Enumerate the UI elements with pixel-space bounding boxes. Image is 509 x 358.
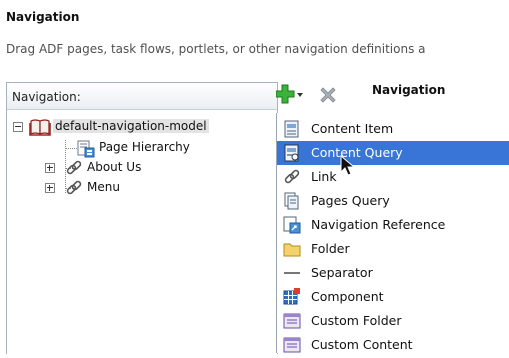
add-dropdown-button[interactable] — [275, 83, 304, 105]
menu-item-link[interactable]: Link — [277, 165, 509, 189]
menu-item-label: Separator — [311, 265, 373, 280]
menu-item-label: Navigation Reference — [311, 217, 446, 232]
menu-item-label: Folder — [311, 241, 350, 256]
mouse-cursor-icon — [340, 155, 356, 176]
custom-content-icon — [283, 336, 301, 354]
folder-icon — [283, 240, 301, 258]
menu-item-content-item[interactable]: Content Item — [277, 117, 509, 141]
menu-item-label: Component — [311, 289, 384, 304]
expand-icon[interactable] — [45, 183, 55, 193]
menu-item-navigation-reference[interactable]: Navigation Reference — [277, 213, 509, 237]
menu-item-label: Pages Query — [311, 193, 390, 208]
tree-item-about-us[interactable]: About Us — [7, 158, 275, 178]
navigation-panel-title: Navigation: — [12, 90, 81, 104]
right-panel-title: Navigation — [372, 83, 446, 97]
menu-item-pages-query[interactable]: Pages Query — [277, 189, 509, 213]
tree-item-label: Menu — [87, 180, 120, 194]
separator-icon — [283, 264, 301, 282]
menu-item-label: Custom Content — [311, 337, 413, 352]
section-description: Drag ADF pages, task flows, portlets, or… — [6, 42, 426, 56]
content-item-icon — [283, 120, 301, 138]
navigation-tree-panel: Navigation: default-navigation-model Pag… — [6, 82, 278, 354]
menu-item-label: Content Query — [311, 145, 403, 160]
expand-icon[interactable] — [45, 163, 55, 173]
tree-item-label: Page Hierarchy — [99, 140, 190, 154]
delete-button[interactable] — [318, 85, 338, 105]
link-icon — [283, 168, 301, 186]
menu-item-custom-folder[interactable]: Custom Folder — [277, 309, 509, 333]
section-heading: Navigation — [6, 10, 80, 24]
navigation-panel-header: Navigation: — [7, 83, 277, 110]
menu-item-label: Link — [311, 169, 337, 184]
menu-item-separator[interactable]: Separator — [277, 261, 509, 285]
page-hierarchy-icon — [77, 140, 95, 158]
pages-query-icon — [283, 192, 301, 210]
tree-item-page-hierarchy[interactable]: Page Hierarchy — [7, 138, 275, 158]
link-icon — [65, 159, 83, 177]
menu-item-component[interactable]: Component — [277, 285, 509, 309]
collapse-icon[interactable] — [13, 122, 23, 132]
link-icon — [65, 179, 83, 197]
custom-folder-icon — [283, 312, 301, 330]
menu-item-folder[interactable]: Folder — [277, 237, 509, 261]
menu-item-label: Content Item — [311, 121, 394, 136]
tree-item-default-navigation-model[interactable]: default-navigation-model — [7, 117, 275, 137]
navigation-reference-icon — [283, 216, 301, 234]
gray-x-icon — [320, 87, 336, 103]
tree-item-label: About Us — [87, 160, 142, 174]
tree-item-label: default-navigation-model — [53, 119, 209, 133]
component-icon — [283, 288, 301, 306]
menu-item-content-query[interactable]: Content Query — [277, 141, 509, 165]
green-plus-icon — [275, 84, 303, 104]
content-query-icon — [283, 144, 301, 162]
book-icon — [29, 118, 51, 136]
tree-item-menu[interactable]: Menu — [7, 178, 275, 198]
menu-item-label: Custom Folder — [311, 313, 402, 328]
add-item-menu: Content Item Content Query Link Pages Qu… — [276, 113, 509, 353]
menu-item-custom-content[interactable]: Custom Content — [277, 333, 509, 357]
